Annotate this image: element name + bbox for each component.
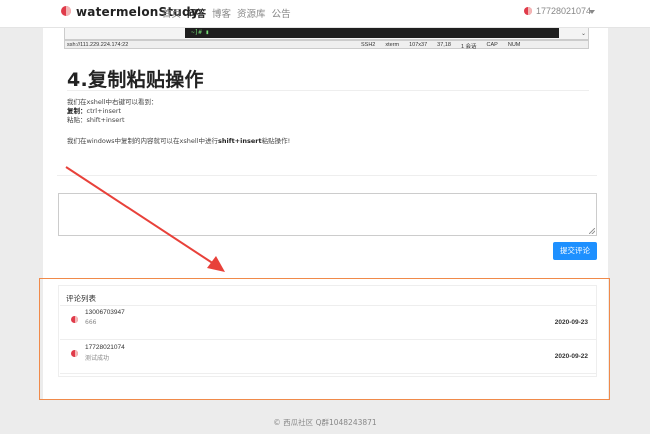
top-navbar: watermelonStudy 首页 问答 博客 资源库 公告 17728021… xyxy=(0,0,650,28)
tip-bold: shift+insert xyxy=(218,137,262,145)
terminal-status-bar: ssh://111.229.224.174:22 SSH2 xterm 107x… xyxy=(64,40,589,50)
terminal-address: ssh://111.229.224.174:22 xyxy=(67,42,129,48)
watermelon-logo-icon[interactable] xyxy=(61,6,71,16)
terminal-prompt: ~]# ▮ xyxy=(191,29,210,36)
nav-item-announcements[interactable]: 公告 xyxy=(272,6,291,20)
status-field: 37,18 xyxy=(437,42,451,48)
copy-line: 复制：ctrl+insert xyxy=(67,107,157,116)
terminal-status-fields: SSH2 xterm 107x37 37,18 1 会话 CAP NUM xyxy=(361,42,520,50)
content-divider xyxy=(57,175,597,176)
paragraph-intro: 我们在xshell中右键可以看到： 复制：ctrl+insert 粘贴：shif… xyxy=(67,98,157,125)
paste-label: 粘贴： xyxy=(67,116,87,124)
comment-textarea[interactable] xyxy=(58,193,597,236)
paste-line: 粘贴：shift+insert xyxy=(67,116,157,125)
nav-item-qa[interactable]: 问答 xyxy=(187,6,206,20)
site-footer: © 西瓜社区 Q群1048243871 xyxy=(273,418,377,427)
annotation-highlight-box xyxy=(39,278,610,400)
tip-prefix: 我们在windows中复制的内容就可以在xshell中进行 xyxy=(67,137,219,145)
user-menu-name[interactable]: 17728021074 xyxy=(536,6,591,16)
copy-label: 复制： xyxy=(67,107,87,115)
terminal-screenshot: ~]# ▮ ⌄ xyxy=(64,28,589,40)
intro-line: 我们在xshell中右键可以看到： xyxy=(67,98,158,106)
caret-down-icon[interactable] xyxy=(589,10,595,14)
main-nav: 首页 问答 博客 资源库 公告 xyxy=(162,6,297,20)
copy-keys: ctrl+insert xyxy=(86,107,122,115)
nav-item-blog[interactable]: 博客 xyxy=(212,6,231,20)
tip-suffix: 粘贴操作! xyxy=(261,137,291,145)
scroll-down-icon: ⌄ xyxy=(580,31,586,37)
status-field: NUM xyxy=(507,42,521,48)
paste-keys: shift+insert xyxy=(86,116,125,124)
paragraph-tip: 我们在windows中复制的内容就可以在xshell中进行shift+inser… xyxy=(67,137,290,146)
status-field: 107x37 xyxy=(409,42,428,48)
status-field: CAP xyxy=(486,42,498,48)
resize-grip-icon[interactable] xyxy=(589,228,595,234)
nav-item-resources[interactable]: 资源库 xyxy=(237,6,266,20)
heading-divider xyxy=(67,90,589,91)
status-field: xterm xyxy=(385,42,400,48)
terminal-console: ~]# ▮ xyxy=(185,28,559,38)
section-heading: 4.复制粘贴操作 xyxy=(67,69,204,91)
submit-comment-button[interactable]: 提交评论 xyxy=(553,242,597,260)
nav-item-home[interactable]: 首页 xyxy=(162,6,181,20)
status-field: SSH2 xyxy=(361,42,376,48)
user-avatar-icon[interactable] xyxy=(524,7,532,15)
status-field: 1 会话 xyxy=(460,44,477,50)
